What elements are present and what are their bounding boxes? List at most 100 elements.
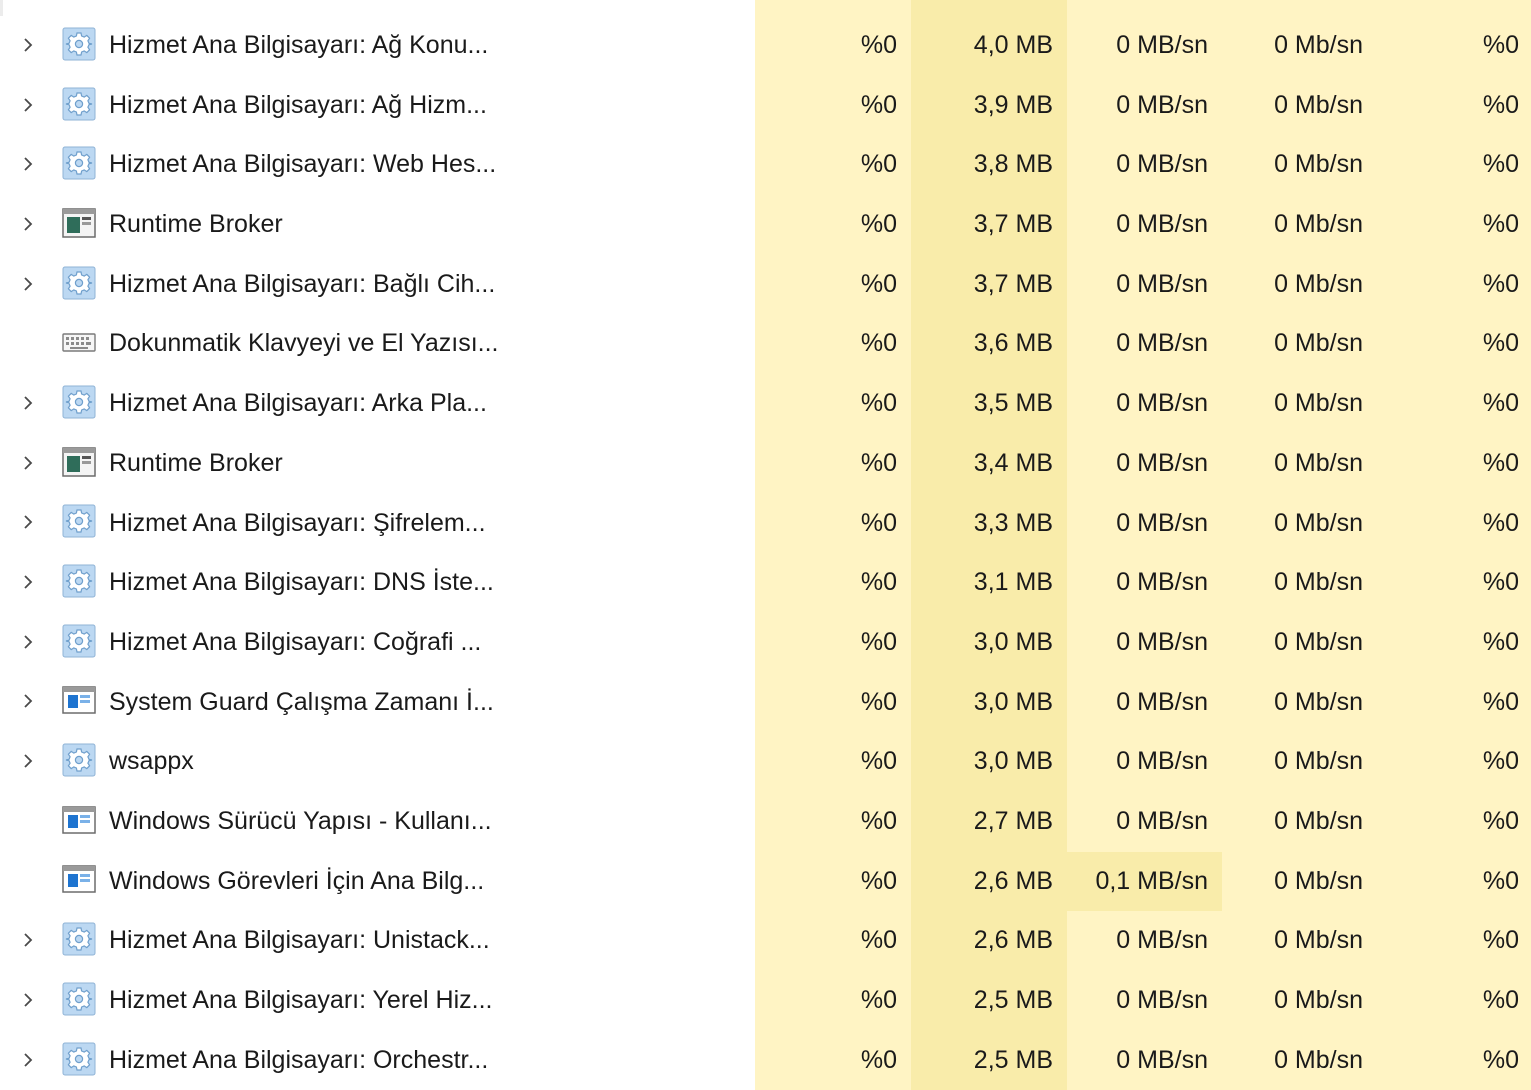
- process-name-cell: Dokunmatik Klavyeyi ve El Yazısı...: [0, 314, 755, 375]
- disk-value: 0 MB/sn: [1067, 553, 1222, 613]
- disk-value: 0 MB/sn: [1067, 791, 1222, 852]
- memory-value: 4,0 MB: [911, 16, 1067, 76]
- chevron-right-icon[interactable]: [18, 154, 38, 174]
- cpu-value: %0: [755, 911, 911, 971]
- chevron-right-icon[interactable]: [18, 393, 38, 413]
- gear-icon: [62, 743, 96, 777]
- process-row[interactable]: Hizmet Ana Bilgisayarı: Coğrafi ... %0 3…: [0, 612, 1531, 673]
- process-row[interactable]: Windows Görevleri İçin Ana Bilg... %0 2,…: [0, 851, 1531, 912]
- disk-value: 0 MB/sn: [1067, 911, 1222, 971]
- process-row[interactable]: Hizmet Ana Bilgisayarı: Ağ Konu... %0 4,…: [0, 16, 1531, 76]
- process-name-cell: Windows Sürücü Yapısı - Kullanı...: [0, 791, 755, 852]
- disk-value: 0 MB/sn: [1067, 195, 1222, 255]
- chevron-right-icon[interactable]: [18, 632, 38, 652]
- memory-value: 3,0 MB: [911, 612, 1067, 673]
- disk-value: 0 MB/sn: [1067, 1030, 1222, 1090]
- gear-icon: [62, 504, 96, 538]
- process-name: wsappx: [109, 747, 194, 776]
- gpu-value: %0: [1377, 971, 1531, 1031]
- app-window-icon: [62, 206, 96, 240]
- gear-icon: [62, 385, 96, 419]
- process-row[interactable]: Hizmet Ana Bilgisayarı: DNS İste... %0 3…: [0, 553, 1531, 613]
- gpu-value: %0: [1377, 75, 1531, 136]
- network-value: 0 Mb/sn: [1222, 75, 1377, 136]
- network-value: 0 Mb/sn: [1222, 254, 1377, 315]
- gpu-value: %0: [1377, 911, 1531, 971]
- chevron-right-icon[interactable]: [18, 453, 38, 473]
- process-row[interactable]: Dokunmatik Klavyeyi ve El Yazısı... %0 3…: [0, 314, 1531, 375]
- memory-value: 3,4 MB: [911, 433, 1067, 494]
- gpu-value: %0: [1377, 493, 1531, 554]
- process-row[interactable]: Hizmet Ana Bilgisayarı: Orchestr... %0 2…: [0, 1030, 1531, 1090]
- process-row[interactable]: Hizmet Ana Bilgisayarı: Ağ Hizm... %0 3,…: [0, 75, 1531, 136]
- gpu-value: %0: [1377, 612, 1531, 673]
- network-value: 0 Mb/sn: [1222, 911, 1377, 971]
- cpu-value: %0: [755, 971, 911, 1031]
- chevron-right-icon[interactable]: [18, 990, 38, 1010]
- chevron-right-icon[interactable]: [18, 512, 38, 532]
- previous-row-cpu-cell: [755, 0, 911, 16]
- gear-icon: [62, 146, 96, 180]
- gpu-value: %0: [1377, 195, 1531, 255]
- network-value: 0 Mb/sn: [1222, 553, 1377, 613]
- process-name: System Guard Çalışma Zamanı İ...: [109, 687, 494, 716]
- gear-icon: [62, 564, 96, 598]
- network-value: 0 Mb/sn: [1222, 1030, 1377, 1090]
- memory-value: 3,1 MB: [911, 553, 1067, 613]
- chevron-right-icon[interactable]: [18, 274, 38, 294]
- process-name-cell: Windows Görevleri İçin Ana Bilg...: [0, 851, 755, 912]
- memory-value: 3,0 MB: [911, 672, 1067, 733]
- gpu-value: %0: [1377, 433, 1531, 494]
- process-row[interactable]: Hizmet Ana Bilgisayarı: Yerel Hiz... %0 …: [0, 971, 1531, 1031]
- process-row[interactable]: System Guard Çalışma Zamanı İ... %0 3,0 …: [0, 672, 1531, 733]
- process-row[interactable]: Hizmet Ana Bilgisayarı: Şifrelem... %0 3…: [0, 493, 1531, 554]
- process-name: Hizmet Ana Bilgisayarı: Yerel Hiz...: [109, 986, 493, 1014]
- process-name: Hizmet Ana Bilgisayarı: Ağ Konu...: [109, 31, 489, 59]
- process-name: Hizmet Ana Bilgisayarı: Orchestr...: [109, 1045, 489, 1074]
- chevron-right-icon[interactable]: [18, 35, 38, 55]
- process-row[interactable]: Windows Sürücü Yapısı - Kullanı... %0 2,…: [0, 791, 1531, 852]
- disk-value: 0 MB/sn: [1067, 254, 1222, 315]
- chevron-right-icon[interactable]: [18, 95, 38, 115]
- disk-value: 0 MB/sn: [1067, 732, 1222, 792]
- process-row[interactable]: Runtime Broker %0 3,4 MB 0 MB/sn 0 Mb/sn…: [0, 433, 1531, 494]
- process-row[interactable]: Hizmet Ana Bilgisayarı: Bağlı Cih... %0 …: [0, 254, 1531, 315]
- process-name: Windows Görevleri İçin Ana Bilg...: [109, 866, 485, 895]
- gear-icon: [62, 982, 96, 1016]
- process-row[interactable]: Hizmet Ana Bilgisayarı: Unistack... %0 2…: [0, 911, 1531, 971]
- process-name: Windows Sürücü Yapısı - Kullanı...: [109, 806, 492, 835]
- process-name-cell: Hizmet Ana Bilgisayarı: Coğrafi ...: [0, 612, 755, 673]
- chevron-right-icon[interactable]: [18, 1050, 38, 1070]
- cpu-value: %0: [755, 16, 911, 76]
- chevron-right-icon[interactable]: [18, 930, 38, 950]
- chevron-right-icon[interactable]: [18, 214, 38, 234]
- chevron-right-icon[interactable]: [18, 572, 38, 592]
- network-value: 0 Mb/sn: [1222, 851, 1377, 912]
- disk-value: 0 MB/sn: [1067, 612, 1222, 673]
- process-name-cell: Hizmet Ana Bilgisayarı: Unistack...: [0, 911, 755, 971]
- network-value: 0 Mb/sn: [1222, 314, 1377, 375]
- previous-row-memory-cell: [911, 0, 1067, 16]
- process-name-cell: Hizmet Ana Bilgisayarı: Orchestr...: [0, 1030, 755, 1090]
- network-value: 0 Mb/sn: [1222, 612, 1377, 673]
- network-value: 0 Mb/sn: [1222, 16, 1377, 76]
- previous-row-remnant: [0, 0, 1531, 16]
- cpu-value: %0: [755, 851, 911, 912]
- chevron-right-icon[interactable]: [18, 751, 38, 771]
- network-value: 0 Mb/sn: [1222, 971, 1377, 1031]
- disk-value: 0 MB/sn: [1067, 16, 1222, 76]
- process-row[interactable]: Hizmet Ana Bilgisayarı: Web Hes... %0 3,…: [0, 135, 1531, 196]
- gpu-value: %0: [1377, 16, 1531, 76]
- process-row[interactable]: Runtime Broker %0 3,7 MB 0 MB/sn 0 Mb/sn…: [0, 195, 1531, 255]
- gpu-value: %0: [1377, 672, 1531, 733]
- cpu-value: %0: [755, 314, 911, 375]
- process-list[interactable]: Hizmet Ana Bilgisayarı: Ağ Konu... %0 4,…: [0, 16, 1531, 1090]
- process-name: Hizmet Ana Bilgisayarı: Bağlı Cih...: [109, 269, 496, 298]
- process-row[interactable]: wsappx %0 3,0 MB 0 MB/sn 0 Mb/sn %0: [0, 732, 1531, 792]
- cpu-value: %0: [755, 672, 911, 733]
- process-name: Hizmet Ana Bilgisayarı: DNS İste...: [109, 568, 494, 597]
- process-row[interactable]: Hizmet Ana Bilgisayarı: Arka Pla... %0 3…: [0, 374, 1531, 434]
- window-icon: [62, 683, 96, 717]
- chevron-right-icon[interactable]: [18, 691, 38, 711]
- window-icon: [62, 803, 96, 837]
